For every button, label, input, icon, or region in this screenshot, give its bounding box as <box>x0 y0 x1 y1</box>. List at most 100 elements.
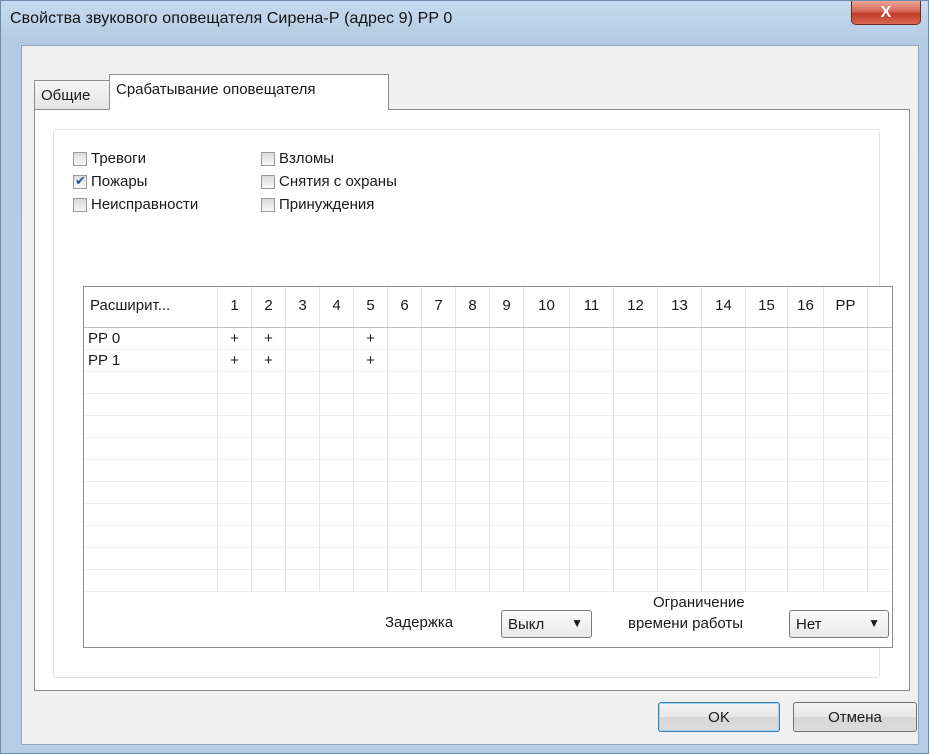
zone-cell[interactable] <box>218 438 252 459</box>
zone-cell[interactable] <box>788 328 824 349</box>
table-row[interactable] <box>84 372 892 394</box>
zone-cell[interactable] <box>746 460 788 481</box>
zone-cell[interactable] <box>456 460 490 481</box>
zone-cell[interactable] <box>570 416 614 437</box>
zone-cell[interactable] <box>824 416 868 437</box>
row-name-cell[interactable] <box>84 460 218 481</box>
table-row[interactable] <box>84 482 892 504</box>
table-row[interactable] <box>84 438 892 460</box>
zone-cell[interactable] <box>320 548 354 569</box>
zone-cell[interactable] <box>388 548 422 569</box>
zone-cell[interactable] <box>320 460 354 481</box>
zone-cell[interactable] <box>286 438 320 459</box>
zone-cell[interactable] <box>746 526 788 547</box>
column-header-zone[interactable]: 4 <box>320 287 354 327</box>
zone-cell[interactable]: + <box>218 328 252 349</box>
row-name-cell[interactable]: PP 1 <box>84 350 218 371</box>
zone-cell[interactable] <box>490 460 524 481</box>
zone-cell[interactable] <box>570 460 614 481</box>
zone-cell[interactable] <box>614 394 658 415</box>
zone-cell[interactable] <box>388 438 422 459</box>
zone-cell[interactable] <box>490 548 524 569</box>
zone-cell[interactable] <box>570 372 614 393</box>
cancel-button[interactable]: Отмена <box>793 702 917 732</box>
zone-cell[interactable] <box>524 548 570 569</box>
zone-cell[interactable] <box>490 482 524 503</box>
checkbox-alarms[interactable]: Тревоги <box>73 150 146 167</box>
zone-cell[interactable] <box>422 460 456 481</box>
zone-cell[interactable] <box>320 350 354 371</box>
zone-cell[interactable] <box>746 504 788 525</box>
zone-cell[interactable] <box>658 460 702 481</box>
checkbox-checked-icon[interactable] <box>73 173 87 189</box>
row-name-cell[interactable] <box>84 526 218 547</box>
checkbox-icon[interactable] <box>261 174 275 189</box>
zone-cell[interactable] <box>614 438 658 459</box>
zone-cell[interactable] <box>456 482 490 503</box>
zone-cell[interactable] <box>490 372 524 393</box>
zone-cell[interactable] <box>788 394 824 415</box>
table-row[interactable] <box>84 548 892 570</box>
zone-cell[interactable] <box>788 526 824 547</box>
zone-cell[interactable] <box>788 548 824 569</box>
row-name-cell[interactable]: PP 0 <box>84 328 218 349</box>
zone-cell[interactable] <box>320 416 354 437</box>
zone-cell[interactable] <box>788 482 824 503</box>
zone-cell[interactable] <box>252 372 286 393</box>
zone-cell[interactable] <box>524 328 570 349</box>
zone-cell[interactable] <box>456 350 490 371</box>
zone-cell[interactable] <box>252 548 286 569</box>
zone-cell[interactable] <box>702 372 746 393</box>
zone-cell[interactable] <box>570 438 614 459</box>
zone-cell[interactable] <box>354 570 388 591</box>
zone-cell[interactable] <box>702 438 746 459</box>
column-header-zone[interactable]: 10 <box>524 287 570 327</box>
zone-cell[interactable] <box>570 570 614 591</box>
zone-cell[interactable] <box>286 504 320 525</box>
zone-cell[interactable] <box>422 570 456 591</box>
zone-cell[interactable] <box>456 372 490 393</box>
zone-cell[interactable] <box>614 460 658 481</box>
zone-cell[interactable] <box>524 372 570 393</box>
zone-cell[interactable] <box>524 350 570 371</box>
zone-cell[interactable] <box>286 394 320 415</box>
zone-cell[interactable] <box>252 460 286 481</box>
checkbox-icon[interactable] <box>73 197 87 212</box>
zone-cell[interactable] <box>490 570 524 591</box>
zone-cell[interactable] <box>320 526 354 547</box>
zone-cell[interactable] <box>286 548 320 569</box>
zone-cell[interactable] <box>320 372 354 393</box>
zone-cell[interactable] <box>658 482 702 503</box>
delay-select[interactable]: Выкл ▼ <box>501 610 592 638</box>
tab-general[interactable]: Общие <box>34 80 110 110</box>
zone-cell[interactable] <box>658 526 702 547</box>
column-header-zone[interactable]: 14 <box>702 287 746 327</box>
row-name-cell[interactable] <box>84 570 218 591</box>
zone-cell[interactable] <box>286 482 320 503</box>
column-header-zone[interactable]: 16 <box>788 287 824 327</box>
zone-cell[interactable] <box>702 350 746 371</box>
zone-cell[interactable] <box>658 438 702 459</box>
zone-cell[interactable] <box>524 416 570 437</box>
zone-cell[interactable] <box>354 504 388 525</box>
zone-cell[interactable] <box>702 504 746 525</box>
zone-cell[interactable] <box>388 482 422 503</box>
zone-cell[interactable] <box>490 438 524 459</box>
zone-cell[interactable] <box>788 372 824 393</box>
zone-cell[interactable] <box>524 570 570 591</box>
zone-cell[interactable] <box>490 350 524 371</box>
zone-cell[interactable] <box>788 350 824 371</box>
zone-cell[interactable] <box>388 526 422 547</box>
zone-cell[interactable] <box>824 548 868 569</box>
zone-cell[interactable] <box>824 394 868 415</box>
zone-cell[interactable] <box>788 570 824 591</box>
zone-cell[interactable]: + <box>218 350 252 371</box>
zone-cell[interactable]: + <box>354 328 388 349</box>
zone-cell[interactable] <box>490 394 524 415</box>
zone-cell[interactable] <box>320 570 354 591</box>
zone-cell[interactable] <box>746 394 788 415</box>
column-header-expander[interactable]: Расширит... <box>84 287 218 327</box>
zone-cell[interactable] <box>746 328 788 349</box>
zone-cell[interactable] <box>354 460 388 481</box>
zone-cell[interactable] <box>354 372 388 393</box>
